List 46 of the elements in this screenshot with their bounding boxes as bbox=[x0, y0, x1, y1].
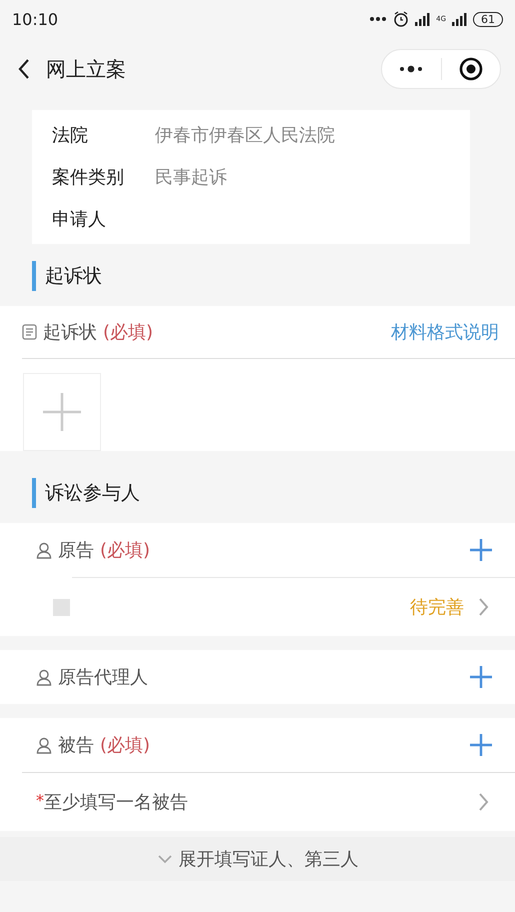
chevron-right-icon bbox=[478, 597, 489, 617]
signal-icon bbox=[452, 12, 467, 26]
redacted-block bbox=[53, 598, 70, 616]
item-label: 起诉状 bbox=[43, 321, 97, 344]
dots-icon bbox=[369, 16, 388, 22]
chevron-right-icon bbox=[478, 792, 489, 812]
status-time: 10:10 bbox=[12, 10, 58, 28]
alarm-icon bbox=[393, 11, 410, 27]
required-label: (必填) bbox=[100, 734, 150, 757]
plus-icon bbox=[469, 665, 493, 689]
add-button[interactable] bbox=[469, 733, 493, 757]
person-icon bbox=[36, 668, 52, 686]
plus-icon bbox=[469, 538, 493, 562]
section-title: 起诉状 bbox=[45, 264, 102, 289]
signal-icon bbox=[415, 12, 430, 26]
document-icon bbox=[22, 324, 37, 340]
field-value: 民事起诉 bbox=[155, 166, 227, 189]
chevron-down-icon bbox=[156, 854, 172, 864]
field-value: 伊春市伊春区人民法院 bbox=[155, 124, 335, 147]
hint-text: 至少填写一名被告 bbox=[44, 791, 188, 814]
person-icon bbox=[36, 736, 52, 754]
participant-label: 原告 bbox=[58, 539, 94, 562]
more-icon bbox=[399, 65, 424, 73]
target-icon bbox=[458, 57, 483, 81]
battery-icon: 61 bbox=[473, 12, 503, 26]
section-marker bbox=[32, 261, 36, 291]
participant-label: 被告 bbox=[58, 734, 94, 757]
expand-button[interactable]: 展开填写证人、第三人 bbox=[0, 837, 515, 881]
person-icon bbox=[36, 542, 52, 558]
add-button[interactable] bbox=[469, 538, 493, 562]
add-button[interactable] bbox=[469, 665, 493, 689]
participant-label: 原告代理人 bbox=[58, 666, 148, 689]
back-icon[interactable] bbox=[18, 58, 30, 80]
plus-icon bbox=[469, 733, 493, 757]
required-label: (必填) bbox=[103, 321, 154, 344]
field-label: 申请人 bbox=[52, 208, 107, 231]
entry-status: 待完善 bbox=[410, 596, 464, 619]
required-label: (必填) bbox=[100, 539, 150, 562]
section-title: 诉讼参与人 bbox=[45, 481, 140, 506]
hint-row[interactable]: *至少填写一名被告 bbox=[22, 772, 515, 831]
section-marker bbox=[32, 478, 36, 508]
field-label: 案件类别 bbox=[52, 166, 125, 189]
page-title: 网上立案 bbox=[46, 56, 127, 82]
required-mark: * bbox=[36, 791, 44, 810]
plus-icon bbox=[42, 392, 82, 432]
field-label: 法院 bbox=[52, 124, 89, 147]
